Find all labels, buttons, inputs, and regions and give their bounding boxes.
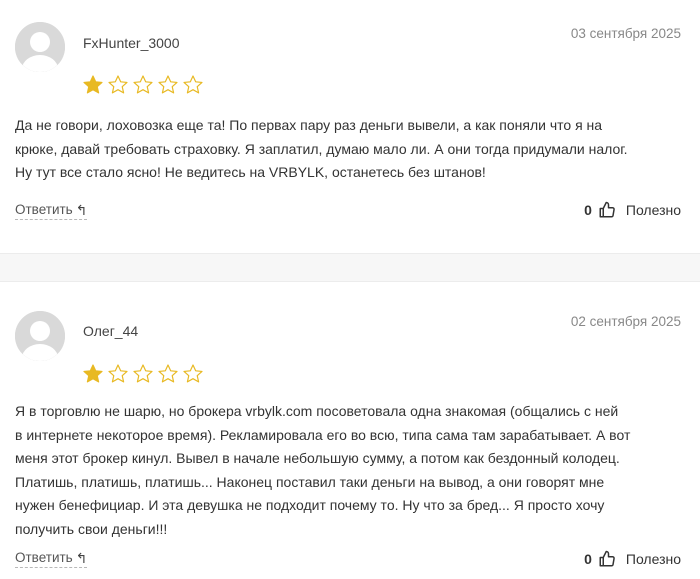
star-filled-icon bbox=[83, 75, 103, 94]
review-text-line: меня этот брокер кинул. Вывел в начале н… bbox=[15, 450, 620, 466]
reply-label: Ответить bbox=[15, 550, 73, 565]
review-separator bbox=[0, 253, 700, 282]
star-outline-icon bbox=[108, 364, 128, 383]
helpful-control: 0 Полезно bbox=[584, 550, 681, 568]
star-outline-icon bbox=[133, 364, 153, 383]
review-date: 02 сентября 2025 bbox=[570, 314, 681, 329]
reply-arrow-icon: ↰ bbox=[75, 201, 88, 218]
review-text-line: Да не говори, лоховозка еще та! По перва… bbox=[15, 117, 603, 133]
reply-button[interactable]: Ответить ↰ bbox=[15, 549, 88, 568]
rating-stars bbox=[82, 363, 204, 385]
review-card: FxHunter_3000 03 сентября 2025 Да не гов… bbox=[0, 0, 700, 253]
review-text-line: нужен бенефициар. И эта девушка не подхо… bbox=[15, 497, 605, 513]
reply-label: Ответить bbox=[15, 202, 73, 217]
helpful-label[interactable]: Полезно bbox=[626, 202, 681, 218]
review-text: Я в торговлю не шарю, но брокера vrbylk.… bbox=[15, 400, 685, 541]
review-text-line: Я в торговлю не шарю, но брокера vrbylk.… bbox=[15, 403, 619, 419]
reply-arrow-icon: ↰ bbox=[75, 549, 88, 566]
star-outline-icon bbox=[158, 75, 178, 94]
user-silhouette-icon bbox=[15, 311, 65, 361]
review-text-line: получить свои деньги!!! bbox=[15, 520, 168, 537]
thumbs-up-icon[interactable] bbox=[598, 201, 616, 219]
review-card: Олег_44 02 сентября 2025 Я в торговлю не… bbox=[0, 282, 700, 579]
helpful-control: 0 Полезно bbox=[584, 201, 681, 219]
helpful-count: 0 bbox=[584, 551, 592, 567]
star-outline-icon bbox=[108, 75, 128, 94]
avatar bbox=[15, 22, 65, 72]
star-outline-icon bbox=[183, 364, 203, 383]
avatar bbox=[15, 311, 65, 361]
review-author: Олег_44 bbox=[83, 323, 139, 339]
reply-button[interactable]: Ответить ↰ bbox=[15, 201, 88, 220]
review-text-line: Платишь, платишь, платишь... Наконец пос… bbox=[15, 473, 605, 490]
helpful-count: 0 bbox=[584, 202, 592, 218]
review-text: Да не говори, лоховозка еще та! По перва… bbox=[15, 114, 685, 185]
thumbs-up-icon[interactable] bbox=[598, 550, 616, 568]
review-text-line: крюке, давай требовать страховку. Я запл… bbox=[15, 140, 628, 157]
review-author: FxHunter_3000 bbox=[83, 35, 180, 51]
review-date: 03 сентября 2025 bbox=[570, 26, 681, 41]
review-text-line: Ну тут все стало ясно! Не ведитесь на VR… bbox=[15, 164, 486, 180]
star-outline-icon bbox=[158, 364, 178, 383]
star-outline-icon bbox=[183, 75, 203, 94]
user-silhouette-icon bbox=[15, 22, 65, 72]
review-text-line: в интернете некоторое время). Рекламиров… bbox=[15, 426, 631, 443]
star-outline-icon bbox=[133, 75, 153, 94]
helpful-label[interactable]: Полезно bbox=[626, 551, 681, 567]
rating-stars bbox=[82, 74, 204, 96]
star-filled-icon bbox=[83, 364, 103, 383]
